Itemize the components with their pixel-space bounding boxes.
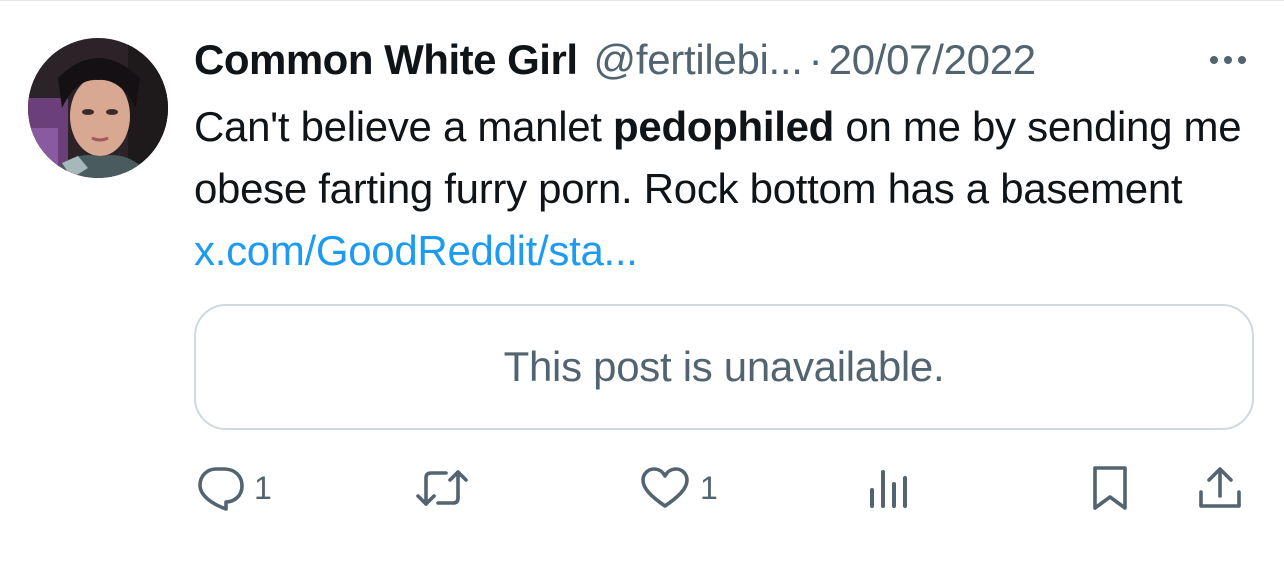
- share-button[interactable]: [1196, 458, 1244, 518]
- quote-card-message: This post is unavailable.: [503, 343, 945, 390]
- separator-dot: ·: [808, 36, 823, 83]
- action-bar: 1 1: [194, 458, 1254, 518]
- top-divider: [0, 0, 1284, 1]
- user-handle[interactable]: @fertilebi...: [594, 36, 803, 84]
- retweet-icon: [414, 466, 470, 510]
- views-icon: [866, 466, 910, 510]
- like-button[interactable]: 1: [640, 458, 718, 518]
- tweet-text-part1: Can't believe a manlet: [194, 103, 614, 150]
- share-icon: [1196, 464, 1244, 512]
- display-name[interactable]: Common White Girl: [194, 36, 578, 84]
- tweet-link[interactable]: x.com/GoodReddit/sta...: [194, 227, 638, 274]
- tweet-text: Can't believe a manlet pedophiled on me …: [194, 96, 1264, 282]
- heart-icon: [640, 466, 690, 510]
- retweet-button[interactable]: [414, 458, 470, 518]
- views-button[interactable]: [866, 458, 910, 518]
- quote-card[interactable]: This post is unavailable.: [194, 304, 1254, 430]
- bookmark-button[interactable]: [1090, 458, 1130, 518]
- reply-count: 1: [254, 469, 272, 506]
- avatar[interactable]: [28, 38, 168, 178]
- tweet-text-bold: pedophiled: [613, 103, 835, 150]
- reply-icon: [196, 465, 244, 511]
- tweet-date[interactable]: 20/07/2022: [829, 36, 1037, 84]
- like-count: 1: [700, 469, 718, 506]
- bookmark-icon: [1090, 464, 1130, 512]
- more-icon[interactable]: [1208, 32, 1248, 88]
- reply-button[interactable]: 1: [196, 458, 272, 518]
- tweet-header: Common White Girl @fertilebi... · 20/07/…: [194, 32, 1254, 88]
